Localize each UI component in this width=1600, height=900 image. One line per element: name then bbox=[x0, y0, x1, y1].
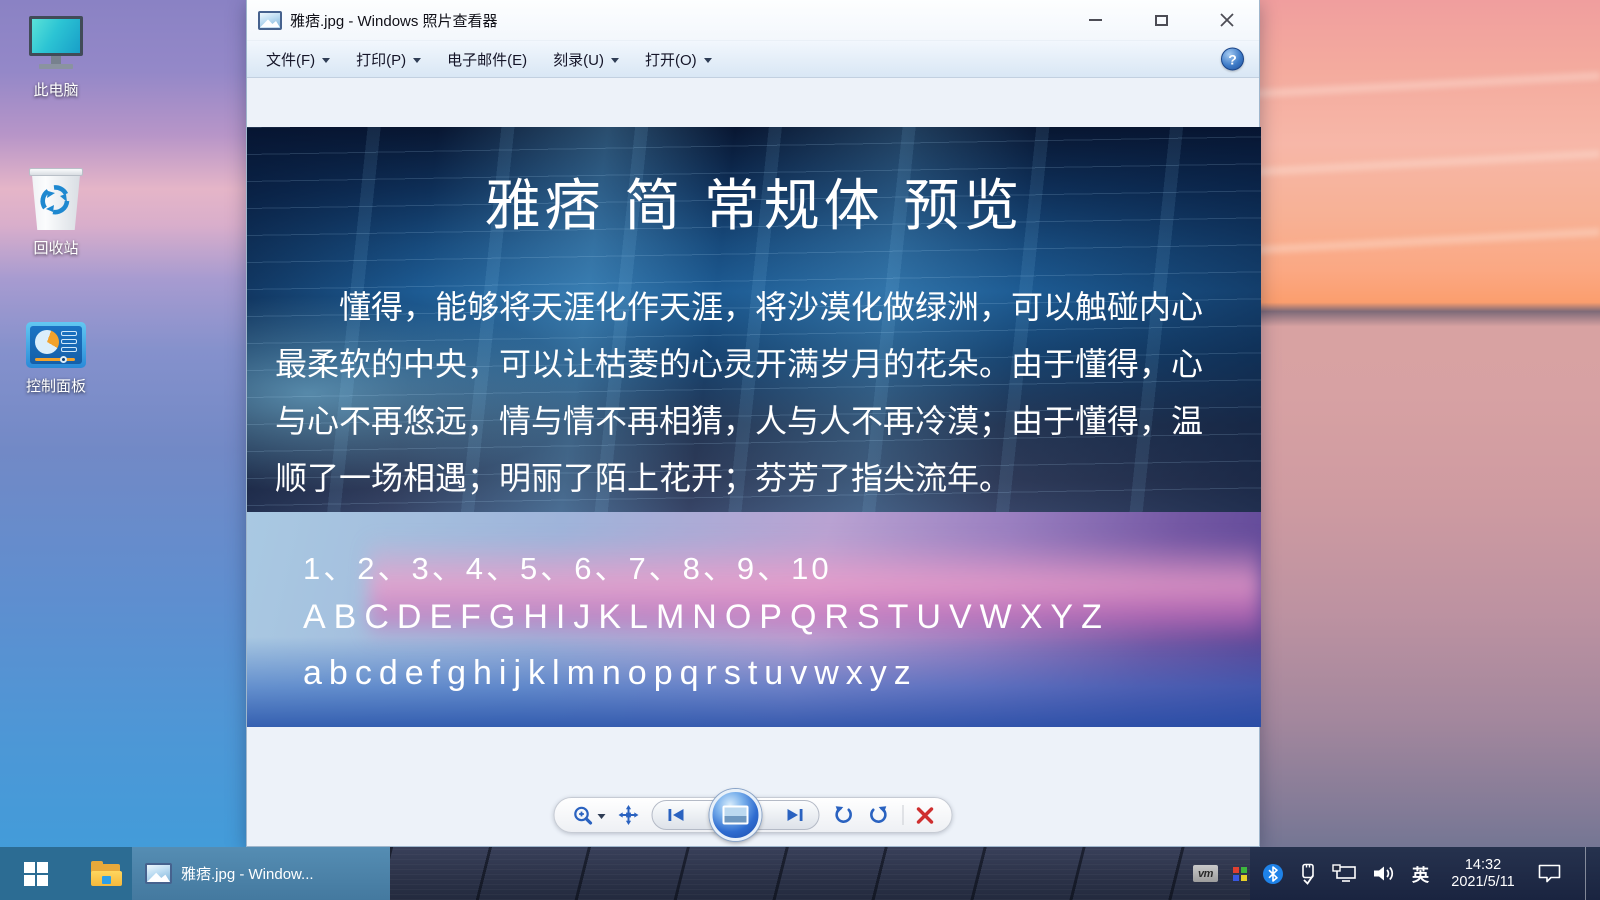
photo-viewer-app-icon bbox=[145, 863, 172, 884]
delete-button[interactable] bbox=[916, 806, 934, 824]
file-explorer-button[interactable] bbox=[82, 847, 130, 900]
desktop-icon-control-panel[interactable]: 控制面板 bbox=[10, 322, 102, 396]
help-icon: ? bbox=[1228, 51, 1237, 67]
paragraph-line: 最柔软的中央，可以让枯菱的心灵开满岁月的花朵。由于懂得，心 bbox=[275, 346, 1204, 382]
network-icon bbox=[1332, 864, 1356, 882]
menu-file[interactable]: 文件(F) bbox=[257, 42, 339, 77]
maximize-button[interactable] bbox=[1149, 8, 1173, 32]
clock-time: 14:32 bbox=[1464, 856, 1502, 873]
action-center-icon bbox=[1538, 864, 1561, 883]
color-grid-tray-icon[interactable] bbox=[1233, 866, 1247, 881]
start-button[interactable] bbox=[12, 847, 60, 900]
ime-indicator[interactable]: 英 bbox=[1412, 861, 1429, 886]
zoom-button[interactable] bbox=[573, 805, 606, 825]
titlebar[interactable]: 雅痞.jpg - Windows 照片查看器 bbox=[247, 0, 1259, 40]
toolbar-divider bbox=[902, 805, 904, 825]
maximize-icon bbox=[1154, 14, 1168, 26]
paragraph-line: 与心不再悠远，情与情不再相猜，人与人不再冷漠；由于懂得，温 bbox=[275, 403, 1204, 439]
vmware-icon: vm bbox=[1193, 865, 1218, 882]
menu-file-label: 文件(F) bbox=[266, 51, 316, 69]
windows-logo-icon bbox=[24, 861, 48, 886]
color-grid-icon bbox=[1233, 866, 1247, 881]
desktop-icon-this-pc[interactable]: 此电脑 bbox=[10, 12, 102, 100]
menu-email[interactable]: 电子邮件(E) bbox=[438, 42, 536, 77]
usb-icon bbox=[1302, 863, 1314, 885]
chevron-down-icon bbox=[322, 57, 331, 63]
menu-burn[interactable]: 刻录(U) bbox=[544, 42, 628, 77]
vmware-tray-icon[interactable]: vm bbox=[1193, 865, 1218, 882]
menu-open-label: 打开(O) bbox=[644, 51, 697, 69]
font-preview-numbers: 1、2、3、4、5、6、7、8、9、10 bbox=[303, 551, 832, 586]
menu-email-label: 电子邮件(E) bbox=[447, 51, 528, 69]
taskbar-clock[interactable]: 14:32 2021/5/11 bbox=[1444, 857, 1522, 891]
paragraph-line: 懂得，能够将天涯化作天涯，将沙漠化做绿洲，可以触碰内心 bbox=[339, 289, 1204, 325]
action-center-button[interactable] bbox=[1537, 863, 1562, 884]
bluetooth-tray-icon[interactable] bbox=[1262, 863, 1284, 885]
clock-date: 2021/5/11 bbox=[1451, 873, 1515, 890]
network-tray-icon[interactable] bbox=[1332, 864, 1357, 883]
font-preview-uppercase: ABCDEFGHIJKLMNOPQRSTUVWXYZ bbox=[303, 598, 1110, 636]
chevron-down-icon bbox=[597, 813, 606, 819]
system-tray: vm 英 14:32 2021/5/11 bbox=[1193, 847, 1600, 900]
slideshow-icon bbox=[722, 805, 749, 825]
close-button[interactable] bbox=[1215, 8, 1239, 32]
desktop-icon-label: 此电脑 bbox=[33, 82, 79, 99]
chevron-down-icon bbox=[413, 57, 422, 63]
window-title: 雅痞.jpg - Windows 照片查看器 bbox=[290, 12, 498, 30]
menubar: 文件(F) 打印(P) 电子邮件(E) 刻录(U) 打开(O) ? bbox=[247, 40, 1259, 78]
navigation-group bbox=[651, 789, 820, 841]
menu-print[interactable]: 打印(P) bbox=[347, 42, 430, 77]
taskbar-app-label: 雅痞.jpg - Window... bbox=[181, 866, 314, 883]
actual-size-button[interactable] bbox=[618, 805, 639, 825]
next-button[interactable] bbox=[786, 808, 804, 822]
folder-icon bbox=[90, 861, 122, 886]
show-desktop-button[interactable] bbox=[1585, 847, 1590, 900]
previous-icon bbox=[668, 809, 684, 821]
this-pc-icon bbox=[26, 12, 86, 72]
desktop-icon-label: 控制面板 bbox=[25, 378, 86, 395]
help-button[interactable]: ? bbox=[1221, 47, 1244, 71]
taskbar-wood-region bbox=[390, 847, 1250, 900]
recycle-arrows-icon bbox=[40, 185, 70, 215]
slideshow-button[interactable] bbox=[709, 789, 762, 841]
font-preview-lowercase: abcdefghijklmnopqrstuvwxyz bbox=[303, 654, 918, 692]
photo-viewer-app-icon bbox=[258, 10, 282, 30]
rotate-counterclockwise-button[interactable] bbox=[833, 805, 855, 825]
photo-viewer-window: 雅痞.jpg - Windows 照片查看器 文件(F) 打印(P) 电子邮件(… bbox=[246, 0, 1261, 847]
rotate-ccw-icon bbox=[835, 806, 852, 823]
taskbar: 雅痞.jpg - Window... vm 英 14:32 2021/5/11 bbox=[0, 847, 1600, 900]
volume-tray-icon[interactable] bbox=[1372, 864, 1397, 883]
paragraph-line: 顺了一场相遇；明丽了陌上花开；芬芳了指尖流年。 bbox=[275, 460, 1012, 496]
rotate-clockwise-button[interactable] bbox=[868, 805, 890, 825]
menu-open[interactable]: 打开(O) bbox=[636, 42, 721, 77]
taskbar-app-button[interactable]: 雅痞.jpg - Window... bbox=[132, 847, 390, 900]
desktop-icon-label: 回收站 bbox=[33, 240, 79, 257]
next-icon bbox=[787, 809, 803, 821]
bluetooth-icon bbox=[1263, 863, 1283, 884]
actual-size-icon bbox=[618, 805, 639, 825]
delete-icon bbox=[916, 806, 934, 824]
close-icon bbox=[1220, 13, 1234, 27]
menu-burn-label: 刻录(U) bbox=[553, 51, 604, 69]
control-panel-icon bbox=[26, 322, 86, 368]
volume-icon bbox=[1374, 866, 1394, 881]
menu-print-label: 打印(P) bbox=[356, 51, 407, 69]
displayed-photo: 雅痞 简 常规体 预览 懂得，能够将天涯化作天涯，将沙漠化做绿洲，可以触碰内心 … bbox=[247, 127, 1261, 727]
previous-button[interactable] bbox=[668, 808, 686, 822]
magnifier-icon bbox=[574, 806, 593, 825]
usb-tray-icon[interactable] bbox=[1299, 862, 1317, 885]
desktop: 此电脑 回收站 控制面板 雅痞.jpg - Windows 照片查看器 文件(F… bbox=[0, 0, 1600, 900]
font-preview-paragraph: 懂得，能够将天涯化作天涯，将沙漠化做绿洲，可以触碰内心 最柔软的中央，可以让枯菱… bbox=[275, 279, 1221, 507]
minimize-button[interactable] bbox=[1083, 8, 1107, 32]
recycle-bin-icon bbox=[27, 168, 85, 230]
font-preview-heading: 雅痞 简 常规体 预览 bbox=[484, 174, 1024, 237]
desktop-icon-recycle-bin[interactable]: 回收站 bbox=[10, 168, 102, 258]
viewer-toolbar bbox=[553, 789, 953, 841]
chevron-down-icon bbox=[703, 57, 712, 63]
minimize-icon bbox=[1088, 19, 1102, 21]
rotate-cw-icon bbox=[870, 806, 887, 823]
chevron-down-icon bbox=[610, 57, 619, 63]
